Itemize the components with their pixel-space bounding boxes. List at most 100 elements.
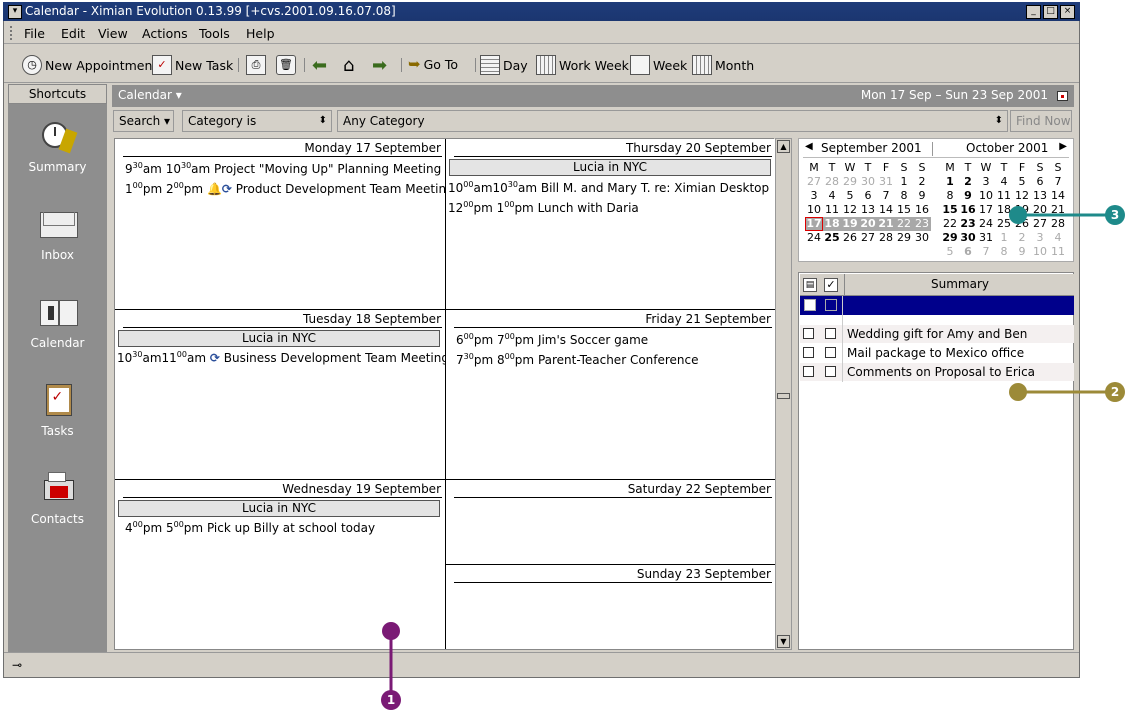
menu-tools[interactable]: Tools: [199, 26, 230, 41]
calendar-folder-menu[interactable]: Calendar ▾: [118, 88, 182, 102]
all-day-event-banner[interactable]: Lucia in NYC: [449, 159, 771, 176]
shortcut-contacts[interactable]: Contacts: [8, 472, 107, 526]
left-month-title: September 2001: [821, 141, 922, 155]
event[interactable]: 100pm 200pm 🔔⟳ Product Development Team …: [125, 181, 454, 196]
event[interactable]: 1030am1100am ⟳ Business Development Team…: [117, 350, 449, 365]
next-month-icon[interactable]: ▶: [1059, 141, 1067, 156]
menu-file[interactable]: File: [24, 26, 45, 41]
shortcut-calendar[interactable]: Calendar: [8, 296, 107, 350]
week-row[interactable]: 1234567: [941, 175, 1067, 189]
home-icon: ⌂: [343, 55, 355, 76]
event[interactable]: 400pm 500pm Pick up Billy at school toda…: [125, 520, 375, 535]
summary-column-header[interactable]: Summary: [844, 274, 1075, 295]
day-header: Sunday 23 September: [636, 567, 771, 581]
task-type-column-icon[interactable]: ▤: [803, 278, 817, 292]
task-summary: Mail package to Mexico office: [847, 346, 1025, 360]
task-checkbox[interactable]: [825, 328, 836, 339]
scroll-thumb[interactable]: [777, 393, 790, 399]
event[interactable]: 930am 1030am Project "Moving Up" Plannin…: [125, 161, 441, 176]
day-friday[interactable]: Friday 21 September 600pm 700pm Jim's So…: [446, 310, 775, 479]
month-view-button[interactable]: Month: [692, 55, 754, 75]
month-view-label: Month: [715, 57, 755, 73]
week-row[interactable]: 5 6 7 8 9 10 11: [941, 245, 1067, 259]
scroll-down-icon[interactable]: ▼: [777, 635, 790, 648]
today-button[interactable]: ⌂: [343, 55, 354, 76]
event-title: Bill M. and Mary T. re: Ximian Desktop: [540, 181, 770, 195]
week-row[interactable]: 22 23 24 25 26 27 28: [941, 217, 1067, 231]
close-icon[interactable]: ×: [1060, 5, 1075, 19]
next-button[interactable]: ➡: [372, 55, 387, 76]
selected-week-row[interactable]: 17 18 19 20 21 22 23: [805, 217, 931, 231]
search-menu-button[interactable]: Search ▾: [113, 110, 174, 132]
task-checkbox[interactable]: [825, 299, 837, 311]
print-button[interactable]: ⎙: [246, 55, 266, 75]
minimize-icon[interactable]: _: [1026, 5, 1041, 19]
task-checkbox[interactable]: [825, 347, 836, 358]
day-view-icon: [480, 55, 500, 75]
week-view-button[interactable]: Week: [630, 55, 687, 75]
shortcut-summary[interactable]: Summary: [8, 120, 107, 174]
category-select[interactable]: Any Category ⬍: [337, 110, 1008, 132]
shortcut-tasks[interactable]: ✓ Tasks: [8, 384, 107, 438]
shortcut-inbox[interactable]: Inbox: [8, 208, 107, 262]
callout-3: 3: [1105, 205, 1125, 225]
checkbox-icon: ✓: [152, 55, 172, 75]
title-bar[interactable]: ▾ Calendar - Ximian Evolution 0.13.99 [+…: [3, 2, 1080, 21]
new-task-label: New Task: [175, 57, 234, 73]
right-month-title: October 2001: [966, 141, 1049, 155]
menu-edit[interactable]: Edit: [61, 26, 85, 41]
complete-column-icon[interactable]: ✓: [824, 278, 838, 292]
weekday-row: MTWTFSS: [809, 161, 926, 174]
event[interactable]: 1200pm 100pm Lunch with Daria: [448, 200, 639, 215]
mini-header-line: [803, 157, 1069, 158]
day-view-button[interactable]: Day: [480, 55, 528, 75]
week-row[interactable]: 15 16 17 18 19 20 21: [941, 203, 1067, 217]
menu-grip[interactable]: [10, 26, 16, 40]
new-appointment-button[interactable]: ◷ New Appointment: [22, 55, 157, 75]
new-task-button[interactable]: ✓ New Task: [152, 55, 233, 75]
week-row[interactable]: 29 30 31 1 2 3 4: [941, 231, 1067, 245]
column-divider: [842, 296, 843, 382]
day-thursday[interactable]: Thursday 20 September Lucia in NYC 1000a…: [446, 139, 775, 309]
month-divider: [932, 142, 933, 156]
event[interactable]: 600pm 700pm Jim's Soccer game: [456, 332, 648, 347]
toolbar-separator: [401, 58, 402, 72]
task-summary: Wedding gift for Amy and Ben: [847, 327, 1028, 341]
week-row[interactable]: 24 25 26 27 28 29 30: [805, 231, 931, 245]
task-list-header: ▤ ✓ Summary: [800, 274, 1074, 296]
menu-actions[interactable]: Actions: [142, 26, 188, 41]
menu-view[interactable]: View: [98, 26, 128, 41]
all-day-event-banner[interactable]: Lucia in NYC: [118, 330, 440, 347]
toolbar-separator: [475, 58, 476, 72]
window-menu-icon[interactable]: ▾: [8, 5, 22, 19]
menu-help[interactable]: Help: [246, 26, 275, 41]
event-title: Business Development Team Meeting: [223, 351, 449, 365]
week-row[interactable]: 8 9 10 11 12 13 14: [941, 189, 1067, 203]
shortcut-inbox-label: Inbox: [41, 248, 74, 262]
week-row[interactable]: 27 28 29 30 31 1 2: [805, 175, 931, 189]
day-saturday[interactable]: Saturday 22 September: [446, 480, 775, 564]
date-range: Mon 17 Sep – Sun 23 Sep 2001: [860, 88, 1048, 102]
work-week-view-button[interactable]: Work Week: [536, 55, 629, 75]
day-sunday[interactable]: Sunday 23 September: [446, 565, 775, 649]
search-field-select[interactable]: Category is ⬍: [182, 110, 332, 132]
day-tuesday[interactable]: Tuesday 18 September Lucia in NYC 1030am…: [115, 310, 449, 479]
shortcuts-header[interactable]: Shortcuts: [8, 84, 107, 104]
event[interactable]: 1000am1030am Bill M. and Mary T. re: Xim…: [448, 180, 769, 195]
week-scrollbar[interactable]: ▲ ▼: [775, 138, 792, 650]
day-monday[interactable]: Monday 17 September 930am 1030am Project…: [115, 139, 454, 309]
scroll-up-icon[interactable]: ▲: [777, 140, 790, 153]
event[interactable]: 730pm 800pm Parent-Teacher Conference: [456, 352, 699, 367]
previous-month-icon[interactable]: ◀: [805, 141, 813, 156]
day-wednesday[interactable]: Wednesday 19 September Lucia in NYC 400p…: [115, 480, 445, 649]
task-type-icon: [803, 366, 814, 377]
delete-button[interactable]: 🗑: [276, 55, 296, 75]
week-row[interactable]: 3456789: [805, 189, 931, 203]
task-checkbox[interactable]: [825, 366, 836, 377]
previous-button[interactable]: ⬅: [312, 55, 327, 76]
all-day-event-banner[interactable]: Lucia in NYC: [118, 500, 440, 517]
find-now-button[interactable]: Find Now: [1010, 110, 1072, 132]
week-row[interactable]: 10 11 12 13 14 15 16: [805, 203, 931, 217]
maximize-icon[interactable]: □: [1043, 5, 1058, 19]
go-to-button[interactable]: ➥ Go To: [408, 55, 458, 73]
